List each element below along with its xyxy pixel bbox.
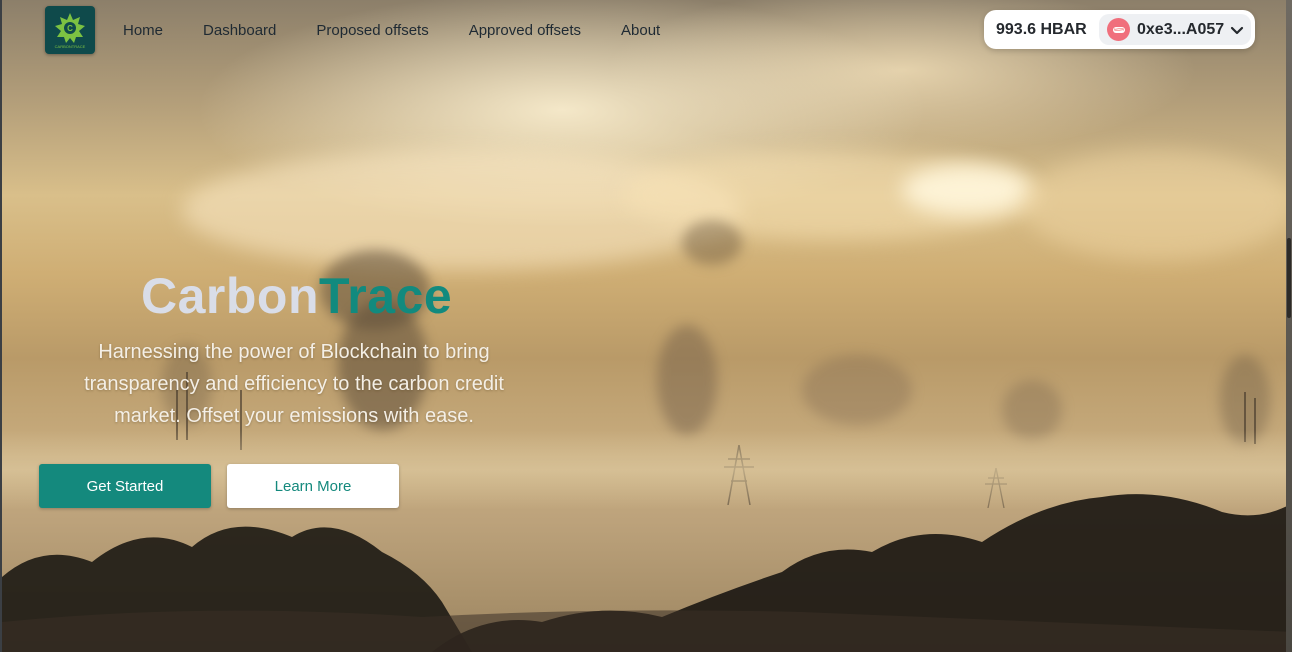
sushi-icon <box>1107 18 1130 41</box>
hero-title-carbon: Carbon <box>141 268 319 324</box>
nav-proposed-offsets[interactable]: Proposed offsets <box>316 22 428 39</box>
carbontrace-logo[interactable]: C CARBONTRACE <box>45 6 95 54</box>
account-button[interactable]: 0xe3...A057 <box>1099 14 1251 45</box>
main-nav: Home Dashboard Proposed offsets Approved… <box>123 22 660 39</box>
hero-title: CarbonTrace <box>141 266 452 326</box>
svg-text:C: C <box>67 24 73 33</box>
learn-more-button[interactable]: Learn More <box>227 464 399 508</box>
carbontrace-logo-icon: C CARBONTRACE <box>55 13 86 49</box>
nav-about[interactable]: About <box>621 22 660 39</box>
nav-dashboard[interactable]: Dashboard <box>203 22 276 39</box>
nav-approved-offsets[interactable]: Approved offsets <box>469 22 581 39</box>
logo-text: CARBONTRACE <box>55 44 86 49</box>
scrollbar-thumb[interactable] <box>1287 238 1291 318</box>
nav-home[interactable]: Home <box>123 22 163 39</box>
chevron-down-icon <box>1231 26 1244 34</box>
hero-subtitle: Harnessing the power of Blockchain to br… <box>84 341 504 427</box>
hero-background-image <box>2 0 1292 652</box>
hero-title-trace: Trace <box>319 268 453 324</box>
page: C CARBONTRACE Home Dashboard Proposed of… <box>0 0 1292 652</box>
wallet-balance: 993.6 HBAR <box>996 20 1087 38</box>
scrollbar[interactable] <box>1286 0 1292 652</box>
get-started-button[interactable]: Get Started <box>39 464 211 508</box>
wallet-connect-widget[interactable]: 993.6 HBAR 0xe3...A057 <box>984 10 1255 49</box>
account-address: 0xe3...A057 <box>1137 20 1225 38</box>
